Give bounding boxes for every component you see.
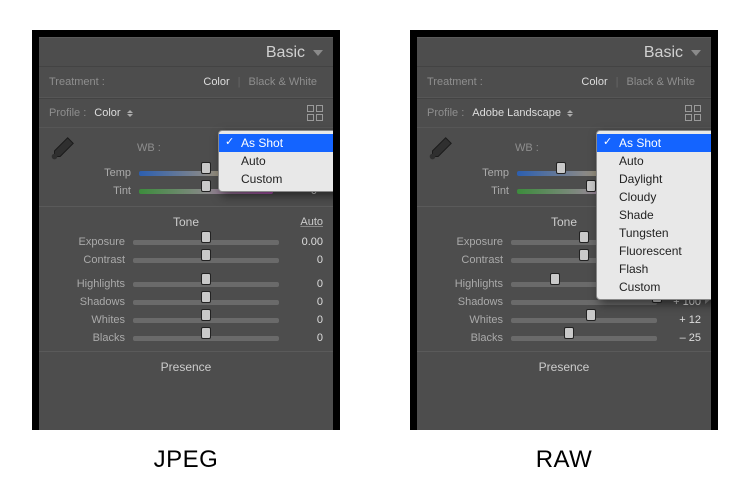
- panel-title: Basic: [266, 44, 305, 62]
- panel-title-bar[interactable]: Basic: [39, 37, 333, 66]
- caption-raw: RAW: [410, 446, 718, 474]
- slider-highlights[interactable]: Highlights0: [39, 275, 333, 293]
- slider-exposure[interactable]: Exposure0.00: [39, 233, 333, 251]
- wb-option[interactable]: Custom: [597, 278, 711, 296]
- treatment-label: Treatment :: [49, 76, 105, 88]
- eyedropper-icon[interactable]: [425, 134, 455, 164]
- wb-label: WB :: [515, 142, 539, 154]
- presence-section-header: Presence: [417, 351, 711, 378]
- wb-label: WB :: [137, 142, 161, 154]
- wb-option[interactable]: As Shot: [597, 134, 711, 152]
- panel-title: Basic: [644, 44, 683, 62]
- wb-option[interactable]: Custom: [219, 170, 333, 188]
- updown-arrows-icon: [126, 110, 134, 117]
- treatment-row: Treatment : Color | Black & White: [39, 66, 333, 98]
- treatment-color[interactable]: Color: [197, 73, 235, 91]
- profile-row: Profile : Color: [39, 98, 333, 128]
- tone-section-header: Tone Auto: [39, 206, 333, 233]
- wb-option[interactable]: Shade: [597, 206, 711, 224]
- wb-option[interactable]: Auto: [597, 152, 711, 170]
- panel-jpeg: Basic Treatment : Color | Black & White …: [32, 30, 340, 430]
- profile-row: Profile : Adobe Landscape: [417, 98, 711, 128]
- wb-dropdown[interactable]: As ShotAutoCustom: [218, 130, 333, 192]
- wb-option[interactable]: Fluorescent: [597, 242, 711, 260]
- treatment-bw[interactable]: Black & White: [243, 73, 323, 91]
- slider-blacks[interactable]: Blacks– 25: [417, 329, 711, 347]
- updown-arrows-icon: [566, 110, 574, 117]
- wb-option[interactable]: Daylight: [597, 170, 711, 188]
- panel-raw: Basic Treatment : Color | Black & White …: [410, 30, 718, 430]
- wb-option[interactable]: Auto: [219, 152, 333, 170]
- treatment-row: Treatment : Color | Black & White: [417, 66, 711, 98]
- slider-shadows[interactable]: Shadows0: [39, 293, 333, 311]
- slider-whites[interactable]: Whites0: [39, 311, 333, 329]
- profile-browser-icon[interactable]: [307, 105, 323, 121]
- wb-option[interactable]: As Shot: [219, 134, 333, 152]
- profile-select[interactable]: Adobe Landscape: [472, 107, 574, 119]
- wb-option[interactable]: Flash: [597, 260, 711, 278]
- wb-dropdown[interactable]: As ShotAutoDaylightCloudyShadeTungstenFl…: [596, 130, 711, 300]
- tone-auto-button[interactable]: Auto: [300, 216, 323, 228]
- profile-label: Profile :: [427, 107, 464, 119]
- wb-option[interactable]: Tungsten: [597, 224, 711, 242]
- slider-contrast[interactable]: Contrast0: [39, 251, 333, 269]
- collapse-triangle-icon: [313, 50, 323, 56]
- collapse-triangle-icon: [691, 50, 701, 56]
- presence-section-header: Presence: [39, 351, 333, 378]
- profile-label: Profile :: [49, 107, 86, 119]
- treatment-label: Treatment :: [427, 76, 483, 88]
- eyedropper-icon[interactable]: [47, 134, 77, 164]
- panel-title-bar[interactable]: Basic: [417, 37, 711, 66]
- wb-option[interactable]: Cloudy: [597, 188, 711, 206]
- profile-select[interactable]: Color: [94, 107, 133, 119]
- treatment-color[interactable]: Color: [575, 73, 613, 91]
- slider-blacks[interactable]: Blacks0: [39, 329, 333, 347]
- treatment-bw[interactable]: Black & White: [621, 73, 701, 91]
- slider-whites[interactable]: Whites+ 12: [417, 311, 711, 329]
- profile-browser-icon[interactable]: [685, 105, 701, 121]
- caption-jpeg: JPEG: [32, 446, 340, 474]
